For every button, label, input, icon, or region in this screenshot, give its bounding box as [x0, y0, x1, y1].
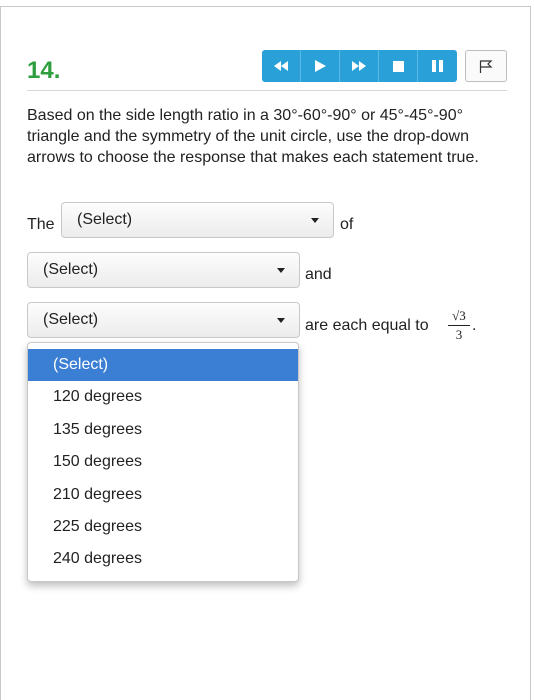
label-equal: are each equal to — [305, 317, 429, 334]
dropdown-option[interactable]: 135 degrees — [28, 414, 298, 446]
question-number: 14. — [27, 57, 61, 84]
fast-forward-icon — [352, 61, 366, 71]
rewind-button[interactable] — [262, 50, 301, 82]
pause-icon — [432, 60, 443, 72]
dropdown-option[interactable]: 225 degrees — [28, 511, 298, 543]
question-prompt: Based on the side length ratio in a 30°-… — [27, 107, 479, 166]
flag-icon — [479, 59, 493, 73]
stop-icon — [392, 60, 404, 72]
caret-down-icon — [311, 218, 319, 223]
divider — [27, 90, 507, 91]
caret-down-icon — [277, 318, 285, 323]
pause-button[interactable] — [418, 50, 457, 82]
dropdown-menu: (Select) 120 degrees 135 degrees 150 deg… — [27, 342, 299, 582]
period: . — [472, 317, 477, 334]
select-first-value: (Select) — [77, 211, 133, 228]
fast-forward-button[interactable] — [340, 50, 379, 82]
flag-button[interactable] — [465, 50, 507, 82]
dropdown-option[interactable]: 150 degrees — [28, 446, 298, 478]
play-button[interactable] — [301, 50, 340, 82]
select-second-value: (Select) — [43, 261, 99, 278]
dropdown-option[interactable]: 240 degrees — [28, 543, 298, 575]
play-icon — [314, 60, 326, 72]
caret-down-icon — [277, 268, 285, 273]
label-the: The — [27, 216, 55, 233]
select-first[interactable]: (Select) — [61, 202, 334, 238]
fraction-root3-over-3: √3 3 — [448, 308, 470, 343]
fraction-denominator: 3 — [455, 327, 463, 342]
dropdown-option[interactable]: 120 degrees — [28, 381, 298, 413]
select-second[interactable]: (Select) — [27, 252, 300, 288]
audio-toolbar — [262, 50, 457, 82]
select-third-value: (Select) — [43, 311, 99, 328]
select-third[interactable]: (Select) — [27, 302, 300, 338]
stop-button[interactable] — [379, 50, 418, 82]
dropdown-option[interactable]: 210 degrees — [28, 479, 298, 511]
dropdown-option[interactable]: (Select) — [28, 349, 298, 382]
label-of: of — [340, 216, 354, 233]
label-and: and — [305, 266, 332, 283]
rewind-icon — [274, 61, 288, 71]
fraction-numerator: √3 — [448, 308, 470, 326]
